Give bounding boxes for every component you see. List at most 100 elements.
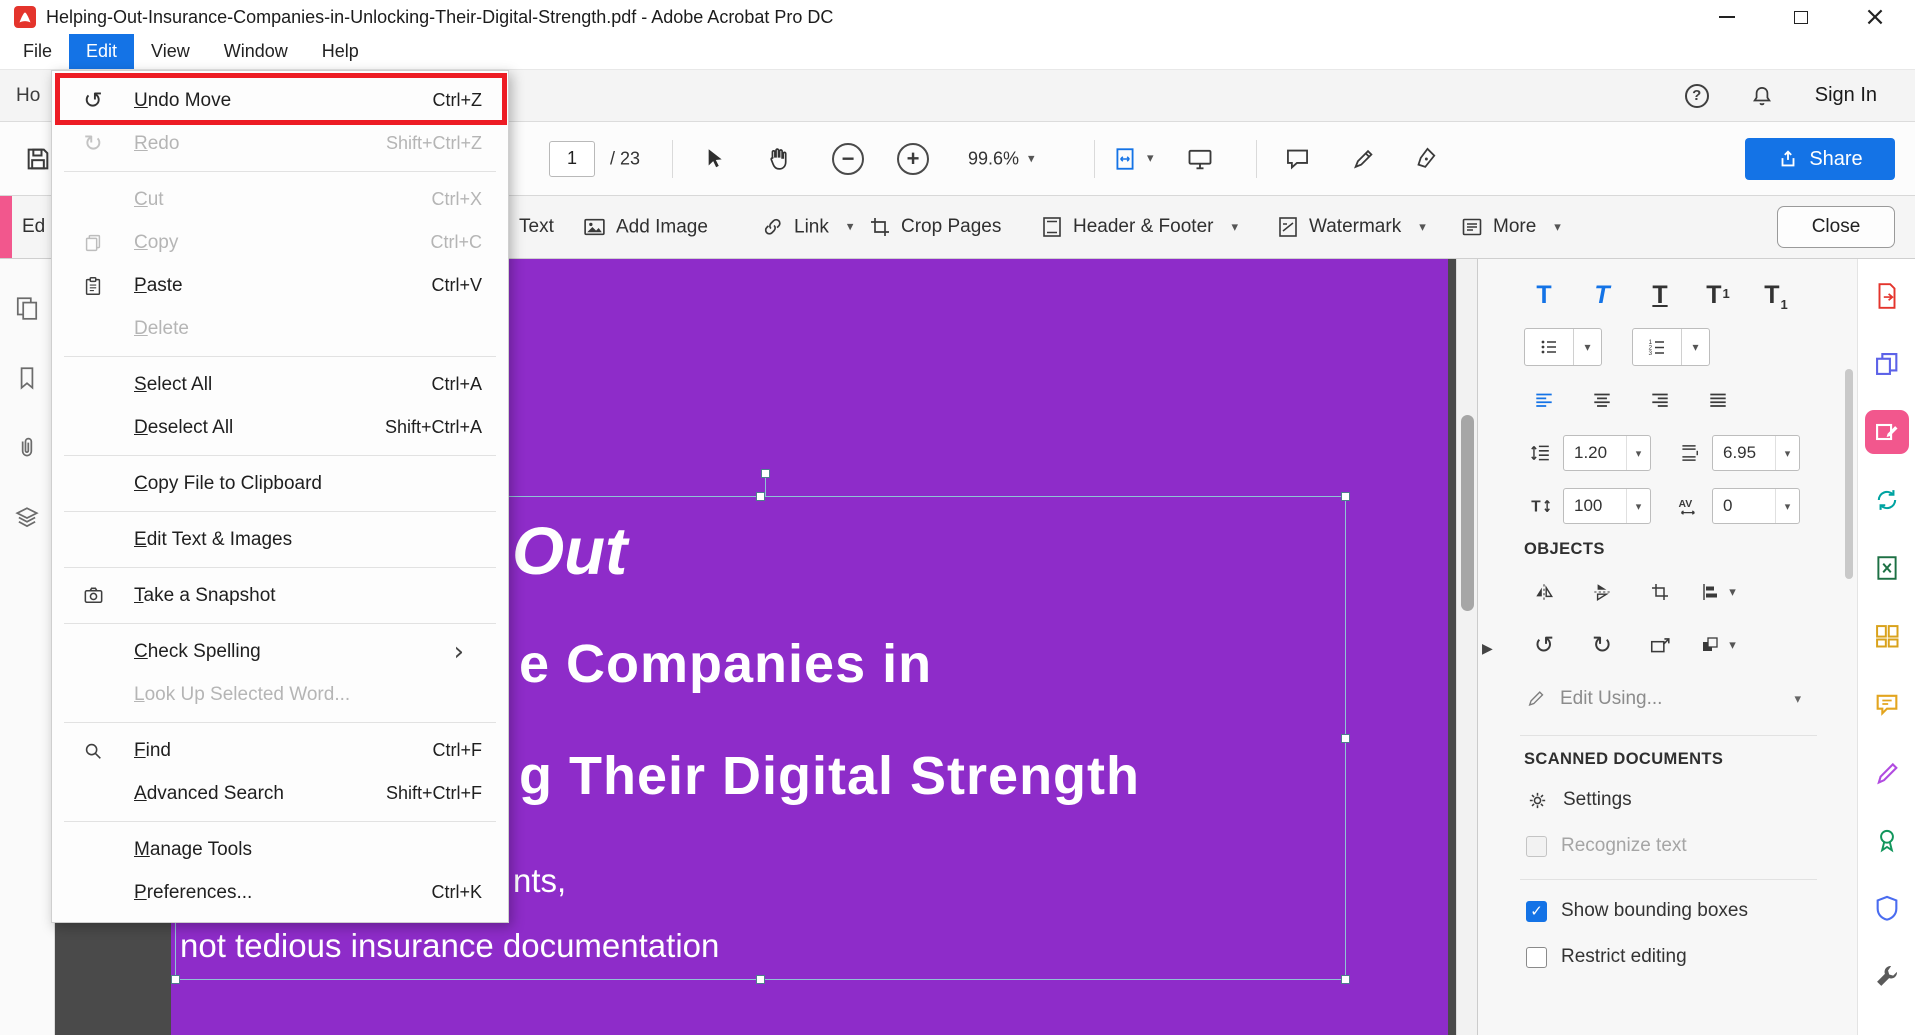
recognize-text-checkbox[interactable] [1526,836,1547,857]
menu-item-edit-text-images[interactable]: Edit Text & Images [52,518,508,561]
subscript-button[interactable]: T1 [1756,275,1796,313]
zoom-in-button[interactable]: + [897,143,929,175]
selection-handle[interactable] [756,975,765,984]
hand-tool-button[interactable] [764,145,791,172]
align-left-button[interactable] [1524,381,1564,419]
font-size-combo[interactable]: 100 ▾ [1563,488,1651,524]
selection-handle[interactable] [1341,734,1350,743]
close-tool-button[interactable]: Close [1777,206,1895,248]
edit-using-row[interactable]: Edit Using... ▾ [1526,679,1801,719]
certificates-icon[interactable] [1870,823,1904,857]
zoom-level-dropdown[interactable]: 99.6% ▾ [968,148,1035,169]
minimize-button[interactable] [1713,3,1741,31]
selection-handle[interactable] [761,469,770,478]
rotate-right-button[interactable]: ↻ [1582,626,1622,664]
flip-vertical-button[interactable] [1582,573,1622,611]
menu-item-deselect-all[interactable]: Deselect All Shift+Ctrl+A [52,406,508,449]
add-image-button[interactable]: Add Image [582,215,708,240]
settings-row[interactable]: Settings [1526,783,1801,817]
menu-window[interactable]: Window [207,34,305,69]
numbered-list-dropdown[interactable]: 123 ▾ [1632,328,1710,366]
menu-item-manage-tools[interactable]: Manage Tools [52,828,508,871]
link-button[interactable]: Link ▾ [760,215,853,240]
selection-handle[interactable] [1341,975,1350,984]
vertical-scrollbar[interactable] [1456,259,1477,1035]
sign-in-button[interactable]: Sign In [1815,84,1877,107]
organize-pages-icon[interactable] [1870,619,1904,653]
menu-item-cut[interactable]: Cut Ctrl+X [52,178,508,221]
align-right-button[interactable] [1640,381,1680,419]
italic-button[interactable]: T [1582,275,1622,313]
restrict-editing-checkbox[interactable] [1526,947,1547,968]
maximize-button[interactable] [1787,3,1815,31]
header-footer-button[interactable]: Header & Footer ▾ [1040,215,1238,239]
save-button[interactable] [24,145,52,173]
menu-item-delete[interactable]: Delete [52,307,508,350]
page-fit-dropdown[interactable]: ▾ [1112,146,1154,172]
crop-pages-button[interactable]: Crop Pages [868,215,1001,239]
tab-home-partial[interactable]: Ho [16,85,40,107]
replace-image-button[interactable] [1640,626,1680,664]
bold-button[interactable]: T [1524,275,1564,313]
highlight-button[interactable] [1350,145,1377,172]
selection-handle[interactable] [1341,492,1350,501]
paragraph-spacing-combo[interactable]: 6.95 ▾ [1712,435,1800,471]
bookmarks-icon[interactable] [14,365,40,391]
notifications-bell-icon[interactable] [1749,83,1775,109]
selection-handle[interactable] [756,492,765,501]
show-bounding-boxes-checkbox[interactable]: ✓ [1526,901,1547,922]
panel-scrollbar-thumb[interactable] [1845,369,1853,579]
align-center-button[interactable] [1582,381,1622,419]
underline-button[interactable]: T [1640,275,1680,313]
rotate-left-button[interactable]: ↺ [1524,626,1564,664]
share-button[interactable]: Share [1745,138,1895,180]
menu-edit[interactable]: Edit [69,34,134,69]
menu-item-redo[interactable]: ↻ Redo Shift+Ctrl+Z [52,122,508,165]
arrange-objects-dropdown[interactable]: ▾ [1698,626,1738,664]
export-pdf-icon[interactable] [1870,279,1904,313]
superscript-button[interactable]: T1 [1698,275,1738,313]
help-icon[interactable]: ? [1685,84,1709,108]
create-pdf-icon[interactable] [1870,347,1904,381]
menu-item-look-up-selected-word[interactable]: Look Up Selected Word... [52,673,508,716]
menu-item-copy-file-to-clipboard[interactable]: Copy File to Clipboard [52,462,508,505]
enhance-scans-icon[interactable] [1870,483,1904,517]
menu-item-select-all[interactable]: Select All Ctrl+A [52,363,508,406]
bulleted-list-dropdown[interactable]: ▾ [1524,328,1602,366]
menu-item-paste[interactable]: Paste Ctrl+V [52,264,508,307]
page-number-input[interactable] [549,141,595,177]
menu-item-find[interactable]: Find Ctrl+F [52,729,508,772]
menu-item-advanced-search[interactable]: Advanced Search Shift+Ctrl+F [52,772,508,815]
scrollbar-thumb[interactable] [1461,415,1474,611]
sign-button[interactable] [1414,145,1441,172]
crop-object-button[interactable] [1640,573,1680,611]
add-text-button-partial[interactable]: Text [519,216,554,238]
flip-horizontal-button[interactable] [1524,573,1564,611]
select-tool-button[interactable] [700,146,726,172]
menu-item-check-spelling[interactable]: Check Spelling › [52,630,508,673]
edit-pdf-icon[interactable] [1865,410,1909,454]
align-justify-button[interactable] [1698,381,1738,419]
selection-handle[interactable] [171,975,180,984]
more-button[interactable]: More ▾ [1460,215,1561,239]
layers-icon[interactable] [14,505,40,531]
menu-item-copy[interactable]: Copy Ctrl+C [52,221,508,264]
panel-collapse-arrow[interactable]: ▶ [1482,641,1493,657]
display-mode-button[interactable] [1186,145,1214,173]
watermark-button[interactable]: Watermark ▾ [1276,215,1426,239]
comment-button[interactable] [1284,145,1311,172]
more-tools-wrench-icon[interactable] [1870,959,1904,993]
attachments-paperclip-icon[interactable] [14,435,40,461]
menu-item-take-a-snapshot[interactable]: Take a Snapshot [52,574,508,617]
menu-item-preferences[interactable]: Preferences... Ctrl+K [52,871,508,914]
protect-icon[interactable] [1870,891,1904,925]
close-window-button[interactable]: × [1861,3,1889,31]
zoom-out-button[interactable]: − [832,143,864,175]
menu-view[interactable]: View [134,34,207,69]
menu-help[interactable]: Help [305,34,376,69]
align-objects-dropdown[interactable]: ▾ [1698,573,1738,611]
character-spacing-combo[interactable]: 0 ▾ [1712,488,1800,524]
comment-tool-icon[interactable] [1870,687,1904,721]
line-spacing-combo[interactable]: 1.20 ▾ [1563,435,1651,471]
export-excel-icon[interactable] [1870,551,1904,585]
